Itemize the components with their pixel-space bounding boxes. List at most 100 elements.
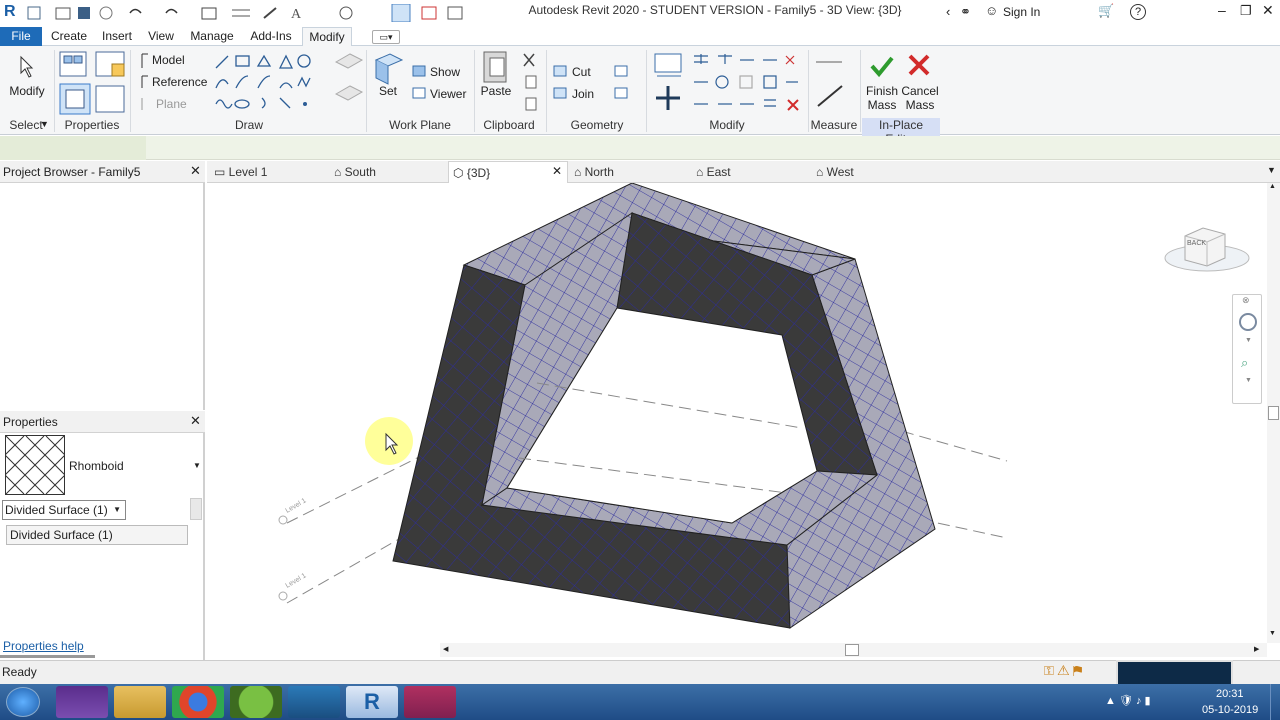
level-label[interactable]: Level 1 <box>285 572 308 589</box>
close-tab-icon[interactable]: ✕ <box>552 164 562 178</box>
cart-icon[interactable]: 🛒 <box>1098 3 1114 19</box>
reference-line-button[interactable]: Reference <box>152 75 212 89</box>
tab-south[interactable]: ⌂ South <box>334 161 444 183</box>
properties-title: Properties <box>3 415 58 429</box>
clock-date[interactable]: 05-10-2019 <box>1202 704 1258 716</box>
help-button[interactable]: ? <box>1130 4 1146 20</box>
panel-label-measure[interactable]: Measure <box>810 118 858 132</box>
properties-scrollbar[interactable] <box>190 498 202 520</box>
close-window-button[interactable]: ✕ <box>1262 2 1274 19</box>
clock-time[interactable]: 20:31 <box>1216 688 1244 700</box>
taskbar-recorder-icon[interactable] <box>404 686 456 718</box>
panel-separator <box>860 50 861 132</box>
svg-text:A: A <box>291 7 302 22</box>
properties-help-link[interactable]: Properties help <box>3 639 84 653</box>
tab-manage[interactable]: Manage <box>186 27 238 46</box>
zoom-icon[interactable]: ⌕ <box>1241 355 1248 371</box>
modify-button[interactable]: Modify <box>6 84 48 98</box>
scroll-up-icon[interactable]: ▲ <box>1269 183 1276 190</box>
tab-file[interactable]: File <box>0 27 42 46</box>
workplane-viewer-button[interactable]: Viewer <box>430 87 470 101</box>
reference-plane-button[interactable]: Plane <box>156 97 206 111</box>
taskbar-explorer-icon[interactable] <box>114 686 166 718</box>
cancel-mass-label-2: Mass <box>905 98 935 112</box>
floor-plan-icon: ▭ <box>214 165 229 179</box>
minimize-button[interactable]: – <box>1218 2 1226 18</box>
chevron-down-icon[interactable]: ▼ <box>113 501 121 519</box>
properties-instance-row[interactable]: Divided Surface (1) <box>6 525 188 545</box>
model-line-button[interactable]: Model <box>152 53 202 67</box>
contextual-tab-dropdown[interactable]: ▭▾ <box>372 30 400 44</box>
taskbar-app-icon[interactable] <box>288 686 340 718</box>
chevron-down-icon[interactable]: ▼ <box>40 119 49 129</box>
scroll-down-icon[interactable]: ▼ <box>1269 630 1276 637</box>
quick-access-icons[interactable]: A <box>26 3 486 23</box>
tab-create[interactable]: Create <box>46 27 92 46</box>
close-icon[interactable]: ⊗ <box>1242 295 1250 306</box>
panel-label-workplane: Work Plane <box>389 118 451 132</box>
navigation-bar: ⊗ ▼ ⌕ ▼ <box>1232 294 1262 404</box>
set-workplane-button[interactable]: Set <box>374 84 402 98</box>
paste-button[interactable]: Paste <box>478 84 514 98</box>
tab-north[interactable]: ⌂ North <box>574 161 684 183</box>
viewcube[interactable]: BACK <box>1163 216 1251 280</box>
panel-separator <box>54 50 55 132</box>
panel-separator <box>808 50 809 132</box>
tab-label: South <box>344 165 376 179</box>
sign-in-link[interactable]: Sign In <box>1003 5 1040 19</box>
tab-view[interactable]: View <box>142 27 180 46</box>
join-geometry-button[interactable]: Join <box>572 87 602 101</box>
panel-label-clipboard: Clipboard <box>483 118 535 132</box>
cancel-mass-button[interactable]: Cancel Mass <box>900 84 940 112</box>
tab-west[interactable]: ⌂ West <box>816 161 926 183</box>
panel-separator <box>130 50 131 132</box>
panel-separator <box>546 50 547 132</box>
viewcube-face-label[interactable]: BACK <box>1187 240 1206 247</box>
finish-mass-button[interactable]: Finish Mass <box>862 84 902 112</box>
horizontal-scroll-thumb[interactable] <box>845 644 859 656</box>
tab-label: {3D} <box>466 166 491 180</box>
binoculars-icon[interactable]: ⚭ <box>960 4 971 20</box>
taskbar-utorrent-icon[interactable] <box>230 686 282 718</box>
maximize-button[interactable]: ❐ <box>1240 3 1252 19</box>
window-title: Autodesk Revit 2020 - STUDENT VERSION - … <box>528 3 902 17</box>
chevron-down-icon[interactable]: ▼ <box>1245 337 1252 344</box>
mass-model[interactable]: Level 1 Level 1 <box>207 183 1267 643</box>
vertical-scroll-thumb[interactable] <box>1268 406 1279 420</box>
revit-logo-icon[interactable]: R <box>4 3 16 21</box>
taskbar-revit-icon[interactable]: R <box>346 686 398 718</box>
viewport-3d[interactable]: Level 1 Level 1 <box>207 183 1267 643</box>
tab-3d[interactable]: ⬡ {3D} <box>448 161 568 183</box>
chevron-down-icon[interactable]: ▼ <box>1245 377 1252 384</box>
tab-list-dropdown-icon[interactable]: ▼ <box>1267 165 1276 175</box>
steering-wheel-icon[interactable] <box>1239 313 1257 331</box>
show-workplane-button[interactable]: Show <box>430 65 470 79</box>
options-bar-strip <box>0 136 146 160</box>
chevron-down-icon[interactable]: ▼ <box>193 461 201 470</box>
cut-geometry-button[interactable]: Cut <box>572 65 602 79</box>
selection-filter-icons[interactable]: ⚿ ⚠ ⚑ <box>1044 663 1082 679</box>
scroll-right-icon[interactable]: ▶ <box>1254 645 1259 653</box>
tab-addins[interactable]: Add-Ins <box>244 27 298 46</box>
start-button[interactable] <box>6 687 40 717</box>
user-icon[interactable]: ☺ <box>985 3 998 18</box>
search-arrow-icon[interactable]: ‹ <box>946 4 950 19</box>
finish-mass-label: Finish <box>865 84 898 98</box>
close-icon[interactable]: ✕ <box>190 413 201 429</box>
tab-insert[interactable]: Insert <box>96 27 138 46</box>
panel-separator <box>474 50 475 132</box>
tab-east[interactable]: ⌂ East <box>696 161 806 183</box>
tab-level-1[interactable]: ▭ Level 1 <box>214 161 324 183</box>
system-tray-icons[interactable]: ▲ 🛡 ♪ ▮ <box>1105 694 1151 707</box>
tab-modify[interactable]: Modify <box>302 27 352 46</box>
level-label[interactable]: Level 1 <box>285 497 308 514</box>
properties-filter-dropdown[interactable]: Divided Surface (1) ▼ <box>2 500 126 520</box>
scroll-left-icon[interactable]: ◀ <box>443 645 448 653</box>
taskbar-visual-studio-icon[interactable] <box>56 686 108 718</box>
show-desktop-button[interactable] <box>1270 684 1280 720</box>
properties-header: Properties <box>0 411 205 433</box>
tab-label: North <box>584 165 614 179</box>
close-icon[interactable]: ✕ <box>190 163 201 179</box>
taskbar-chrome-icon[interactable] <box>172 686 224 718</box>
type-selector-name[interactable]: Rhomboid <box>69 459 124 473</box>
